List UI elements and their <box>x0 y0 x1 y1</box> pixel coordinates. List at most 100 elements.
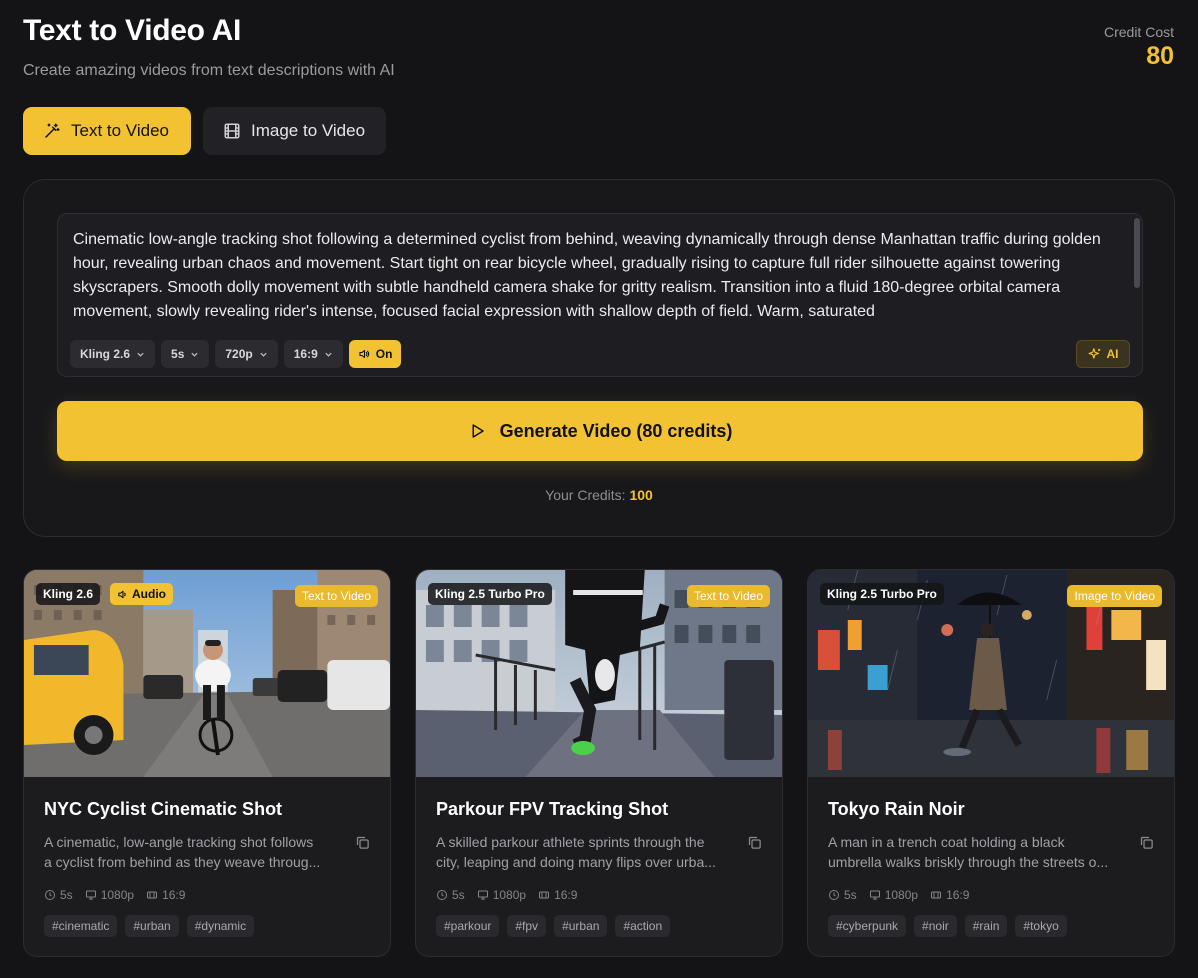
type-badge: Text to Video <box>686 585 770 607</box>
speaker-icon <box>359 349 370 359</box>
credit-cost: Credit Cost 80 <box>1104 24 1174 71</box>
audio-toggle[interactable]: On <box>348 340 402 368</box>
card-aspect: 16:9 <box>946 888 970 902</box>
aspect-ratio-icon <box>539 891 550 899</box>
aspect-ratio-icon <box>147 891 158 899</box>
page-title: Text to Video AI <box>23 14 242 47</box>
prompt-textarea[interactable]: Cinematic low-angle tracking shot follow… <box>57 213 1143 377</box>
card-aspect: 16:9 <box>554 888 578 902</box>
tag[interactable]: #dynamic <box>186 915 255 937</box>
tab-image-to-video[interactable]: Image to Video <box>203 107 386 155</box>
tag[interactable]: #cinematic <box>44 915 118 937</box>
chevron-down-icon <box>260 352 267 357</box>
generate-label: Generate Video (80 credits) <box>499 420 733 441</box>
copy-icon[interactable] <box>747 835 762 850</box>
tag[interactable]: #parkour <box>436 915 500 937</box>
tag[interactable]: #cyberpunk <box>828 915 907 937</box>
credit-cost-value: 80 <box>1146 42 1174 70</box>
tab-text-to-video[interactable]: Text to Video <box>23 107 191 155</box>
your-credits: Your Credits: 100 <box>24 487 1174 503</box>
card-description-line: a cyclist from behind as they weave thro… <box>44 854 321 870</box>
prompt-text[interactable]: Cinematic low-angle tracking shot follow… <box>73 228 1118 324</box>
card-duration: 5s <box>844 888 857 902</box>
copy-icon[interactable] <box>355 835 370 850</box>
clock-icon <box>437 890 447 900</box>
type-badge: Image to Video <box>1067 585 1162 607</box>
credit-cost-label: Credit Cost <box>1103 24 1174 40</box>
generate-video-button[interactable]: Generate Video (80 credits) <box>57 401 1143 461</box>
card-tags: #cyberpunk #noir #rain #tokyo <box>828 915 1067 937</box>
card-description-line: A cinematic, low-angle tracking shot fol… <box>44 834 314 850</box>
audio-badge-label: Audio <box>132 587 166 601</box>
card-meta: 5s 1080p 16:9 <box>828 888 969 902</box>
tab-label: Image to Video <box>251 121 366 140</box>
tag[interactable]: #urban <box>554 915 608 937</box>
card-description: A cinematic, low-angle tracking shot fol… <box>44 832 344 872</box>
card-tags: #parkour #fpv #urban #action <box>436 915 671 937</box>
example-card-parkour[interactable]: Kling 2.5 Turbo Pro Text to Video Parkou… <box>415 569 783 957</box>
monitor-icon <box>869 890 880 900</box>
card-description: A man in a trench coat holding a black u… <box>828 832 1128 872</box>
model-badge: Kling 2.5 Turbo Pro <box>820 583 944 605</box>
resolution-value: 720p <box>225 347 253 361</box>
duration-value: 5s <box>171 347 185 361</box>
aspect-select[interactable]: 16:9 <box>283 340 343 368</box>
tag[interactable]: #noir <box>914 915 957 937</box>
option-chips: Kling 2.6 5s 720p 16:9 On <box>70 340 402 368</box>
card-description-line: umbrella walks briskly through the stree… <box>828 854 1109 870</box>
play-icon <box>472 424 484 438</box>
tag[interactable]: #rain <box>964 915 1008 937</box>
card-tags: #cinematic #urban #dynamic <box>44 915 255 937</box>
copy-icon[interactable] <box>1139 835 1154 850</box>
audio-badge: Audio <box>110 583 173 605</box>
tag[interactable]: #tokyo <box>1015 915 1067 937</box>
monitor-icon <box>477 890 488 900</box>
ai-enhance-button[interactable]: AI <box>1076 340 1130 368</box>
card-resolution: 1080p <box>100 888 135 902</box>
card-meta: 5s 1080p 16:9 <box>44 888 185 902</box>
card-meta: 5s 1080p 16:9 <box>436 888 577 902</box>
speaker-icon <box>118 590 126 598</box>
tag[interactable]: #action <box>615 915 671 937</box>
card-description-line: city, leaping and doing many flips over … <box>436 854 716 870</box>
card-duration: 5s <box>60 888 73 902</box>
type-badge: Text to Video <box>294 585 378 607</box>
film-icon <box>224 123 240 139</box>
ai-label: AI <box>1106 347 1119 361</box>
model-badge: Kling 2.5 Turbo Pro <box>428 583 552 605</box>
card-description-line: A skilled parkour athlete sprints throug… <box>436 834 705 850</box>
page-subtitle: Create amazing videos from text descript… <box>23 62 395 79</box>
generator-panel: Cinematic low-angle tracking shot follow… <box>23 179 1175 537</box>
monitor-icon <box>85 890 96 900</box>
model-value: Kling 2.6 <box>80 347 131 361</box>
prompt-scrollbar[interactable] <box>1134 218 1140 288</box>
card-description-line: A man in a trench coat holding a black <box>828 834 1065 850</box>
tab-label: Text to Video <box>71 121 169 140</box>
aspect-value: 16:9 <box>293 347 318 361</box>
your-credits-label: Your Credits: <box>545 487 626 503</box>
sparkles-icon <box>1088 348 1100 359</box>
card-title: NYC Cyclist Cinematic Shot <box>44 799 283 819</box>
card-resolution: 1080p <box>492 888 527 902</box>
model-select[interactable]: Kling 2.6 <box>70 340 156 368</box>
duration-select[interactable]: 5s <box>161 340 210 368</box>
clock-icon <box>45 890 55 900</box>
example-card-nyc-cyclist[interactable]: Kling 2.6 Audio Text to Video NYC Cyclis… <box>23 569 391 957</box>
model-badge: Kling 2.6 <box>36 583 101 605</box>
card-title: Parkour FPV Tracking Shot <box>436 799 669 819</box>
card-description: A skilled parkour athlete sprints throug… <box>436 832 736 872</box>
chevron-down-icon <box>137 352 144 357</box>
your-credits-value: 100 <box>629 487 653 503</box>
card-title: Tokyo Rain Noir <box>828 799 965 819</box>
card-resolution: 1080p <box>884 888 919 902</box>
tag[interactable]: #urban <box>125 915 179 937</box>
chevron-down-icon <box>191 352 199 357</box>
aspect-ratio-icon <box>931 891 942 899</box>
resolution-select[interactable]: 720p <box>215 340 278 368</box>
audio-value: On <box>375 347 393 361</box>
example-card-tokyo-rain[interactable]: Kling 2.5 Turbo Pro Image to Video Tokyo… <box>807 569 1175 957</box>
chevron-down-icon <box>325 352 332 357</box>
tag[interactable]: #fpv <box>507 915 547 937</box>
card-aspect: 16:9 <box>162 888 186 902</box>
card-duration: 5s <box>452 888 465 902</box>
